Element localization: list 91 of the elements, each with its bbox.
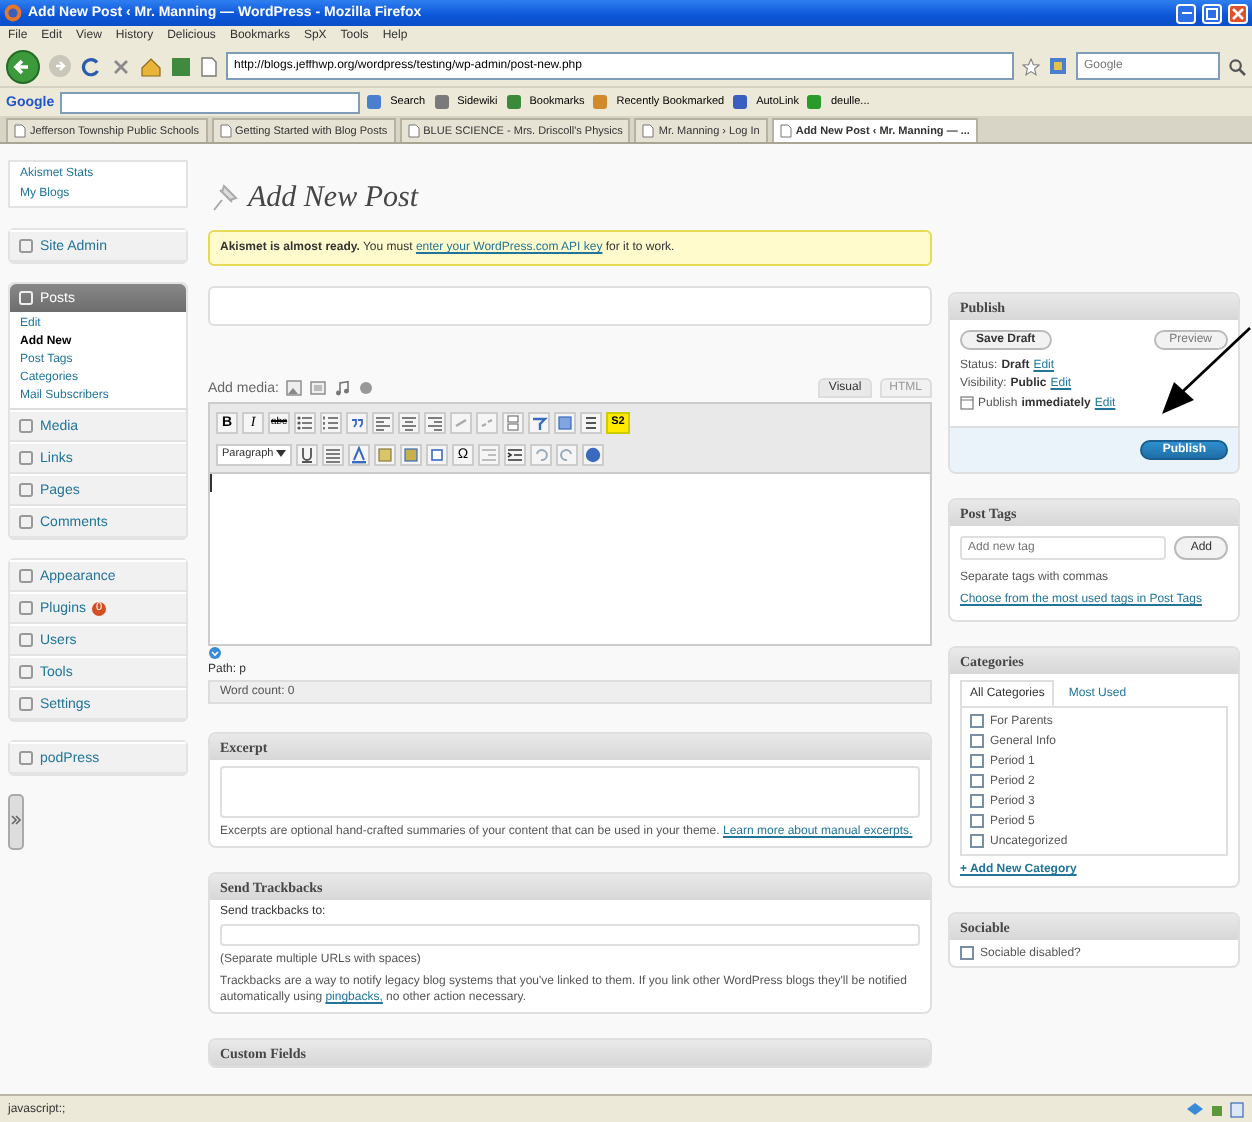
- spellcheck-button[interactable]: [528, 411, 550, 433]
- redo-button[interactable]: [556, 443, 578, 465]
- more-button[interactable]: [502, 411, 524, 433]
- outdent-icon: [480, 445, 498, 463]
- checkbox[interactable]: [970, 734, 984, 748]
- page-heading: Add New Post: [248, 181, 418, 215]
- checkbox[interactable]: [970, 814, 984, 828]
- indent-icon: [506, 445, 524, 463]
- minimize-button[interactable]: [1176, 3, 1196, 23]
- excerpt-field[interactable]: [220, 766, 920, 818]
- image-icon[interactable]: [286, 380, 303, 396]
- minimize-icon: [1181, 11, 1191, 15]
- maximize-icon: [1206, 7, 1218, 19]
- fullscreen-icon: [556, 413, 574, 431]
- toolbar-icon: [366, 94, 383, 110]
- toolbar-search-field[interactable]: [60, 91, 361, 113]
- align-left-button[interactable]: [372, 411, 394, 433]
- menu-icon: [18, 290, 34, 306]
- star-icon[interactable]: [1022, 57, 1040, 75]
- justify-button[interactable]: [322, 443, 344, 465]
- toolbar-icon: [433, 94, 450, 110]
- checkbox[interactable]: [970, 754, 984, 768]
- align-center-button[interactable]: [398, 411, 420, 433]
- music-icon[interactable]: [334, 380, 351, 396]
- clear-format-icon: [428, 445, 446, 463]
- toolbar-icon: [806, 94, 823, 110]
- text-color-button[interactable]: [348, 443, 370, 465]
- indent-button[interactable]: [504, 443, 526, 465]
- clear-format-button[interactable]: [426, 443, 448, 465]
- caret-icon: [276, 450, 286, 458]
- page-icon: [200, 55, 218, 77]
- home-button[interactable]: [140, 55, 162, 77]
- text-color-icon: [350, 445, 368, 463]
- undo-icon: [532, 445, 550, 463]
- checkbox[interactable]: [960, 946, 974, 960]
- more-icon: [504, 413, 522, 431]
- checkbox[interactable]: [970, 774, 984, 788]
- unlink-button[interactable]: [476, 411, 498, 433]
- toolbar-toggle-button[interactable]: [580, 411, 602, 433]
- pin-icon: [208, 182, 240, 214]
- justify-icon: [324, 445, 342, 463]
- spellcheck-icon: [530, 413, 548, 431]
- unlink-icon: [478, 413, 496, 431]
- align-right-icon: [426, 413, 444, 431]
- page-icon: [14, 124, 26, 138]
- close-icon: [1232, 7, 1244, 19]
- align-center-icon: [400, 413, 418, 431]
- page-icon: [219, 124, 231, 138]
- bullet-list-icon: [296, 413, 314, 431]
- page-icon: [779, 124, 792, 138]
- checkbox[interactable]: [970, 834, 984, 848]
- maximize-button[interactable]: [1202, 3, 1222, 23]
- link-icon: [452, 413, 470, 431]
- reload-button[interactable]: [80, 55, 102, 77]
- video-icon[interactable]: [310, 380, 327, 396]
- toolbar-icon: [592, 94, 609, 110]
- numbered-list-button[interactable]: [320, 411, 342, 433]
- search-icon[interactable]: [1228, 57, 1246, 75]
- underline-icon: [298, 445, 316, 463]
- close-button[interactable]: [1228, 3, 1248, 23]
- annotation-arrow: [1156, 324, 1252, 420]
- editor-marker-icon: [208, 646, 222, 660]
- toolbar-toggle-icon: [582, 413, 600, 431]
- trackback-field[interactable]: [220, 924, 920, 946]
- back-button[interactable]: [6, 49, 40, 83]
- page-icon: [1230, 1101, 1244, 1117]
- menu-icon: [18, 750, 34, 766]
- calendar-icon: [960, 396, 974, 410]
- bullet-list-button[interactable]: [294, 411, 316, 433]
- link-button[interactable]: [450, 411, 472, 433]
- menu-icon: [18, 238, 34, 254]
- title-field[interactable]: [208, 286, 932, 326]
- cursor-icon: [210, 474, 214, 492]
- stop-button[interactable]: [110, 55, 132, 77]
- underline-button[interactable]: [296, 443, 318, 465]
- checkbox[interactable]: [970, 794, 984, 808]
- quote-button[interactable]: [346, 411, 368, 433]
- forward-button[interactable]: [48, 54, 72, 78]
- page-icon: [407, 124, 420, 138]
- app-icon: [4, 4, 22, 22]
- toolbar-icon: [505, 94, 522, 110]
- align-right-button[interactable]: [424, 411, 446, 433]
- redo-icon: [558, 445, 576, 463]
- checkbox[interactable]: [970, 714, 984, 728]
- toolbar-icon: [732, 94, 749, 110]
- quote-icon: [348, 413, 366, 431]
- fullscreen-button[interactable]: [554, 411, 576, 433]
- numbered-list-icon: [322, 413, 340, 431]
- page-icon: [642, 124, 655, 138]
- align-left-icon: [374, 413, 392, 431]
- collapse-handle[interactable]: [8, 794, 24, 850]
